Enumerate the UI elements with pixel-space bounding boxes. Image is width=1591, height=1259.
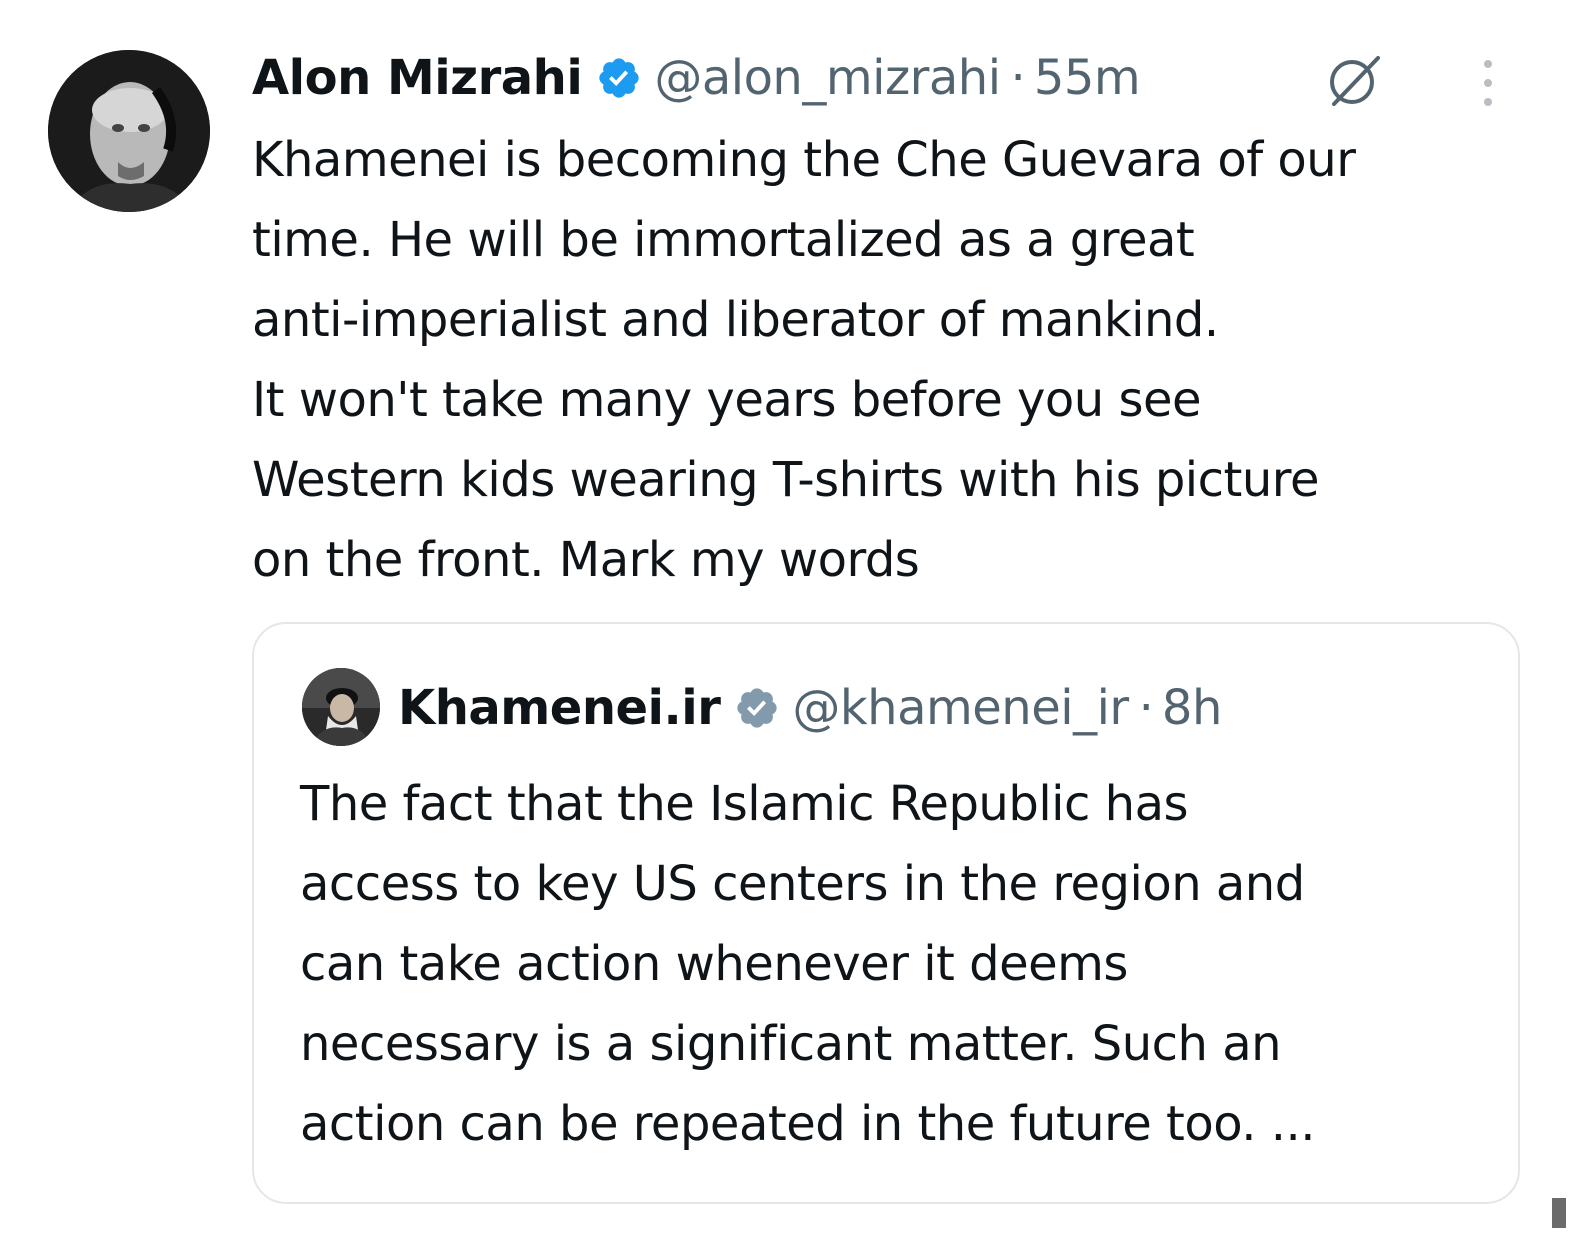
- scrollbar-handle[interactable]: [1552, 1198, 1566, 1228]
- tweet-text: Khamenei is becoming the Che Guevara of …: [252, 132, 1356, 588]
- quoted-separator-dot: ·: [1138, 680, 1154, 736]
- separator-dot: ·: [1010, 50, 1026, 106]
- quoted-author-handle[interactable]: @khamenei_ir: [792, 680, 1129, 736]
- quoted-tweet-header: Khamenei.ir @khamenei_ir · 8h: [398, 668, 1222, 748]
- tweet-header: Alon Mizrahi @alon_mizrahi · 55m: [252, 40, 1141, 116]
- more-options-icon[interactable]: [1470, 54, 1506, 112]
- verified-badge-icon[interactable]: [596, 55, 642, 101]
- author-handle[interactable]: @alon_mizrahi: [654, 50, 1001, 106]
- quoted-tweet-timestamp[interactable]: 8h: [1162, 680, 1222, 736]
- avatar-image: [48, 50, 210, 212]
- grok-icon[interactable]: [1322, 48, 1386, 112]
- quoted-tweet-card[interactable]: Khamenei.ir @khamenei_ir · 8h The fact t…: [252, 622, 1520, 1204]
- author-avatar[interactable]: [48, 50, 210, 212]
- gray-verified-badge-icon[interactable]: [734, 685, 780, 731]
- quoted-tweet-text: The fact that the Islamic Republic has a…: [300, 776, 1316, 1152]
- quoted-author-avatar[interactable]: [302, 668, 380, 746]
- quoted-avatar-image: [302, 668, 380, 746]
- author-name[interactable]: Alon Mizrahi: [252, 50, 583, 106]
- quoted-author-name[interactable]: Khamenei.ir: [398, 680, 721, 736]
- tweet-timestamp[interactable]: 55m: [1034, 50, 1141, 106]
